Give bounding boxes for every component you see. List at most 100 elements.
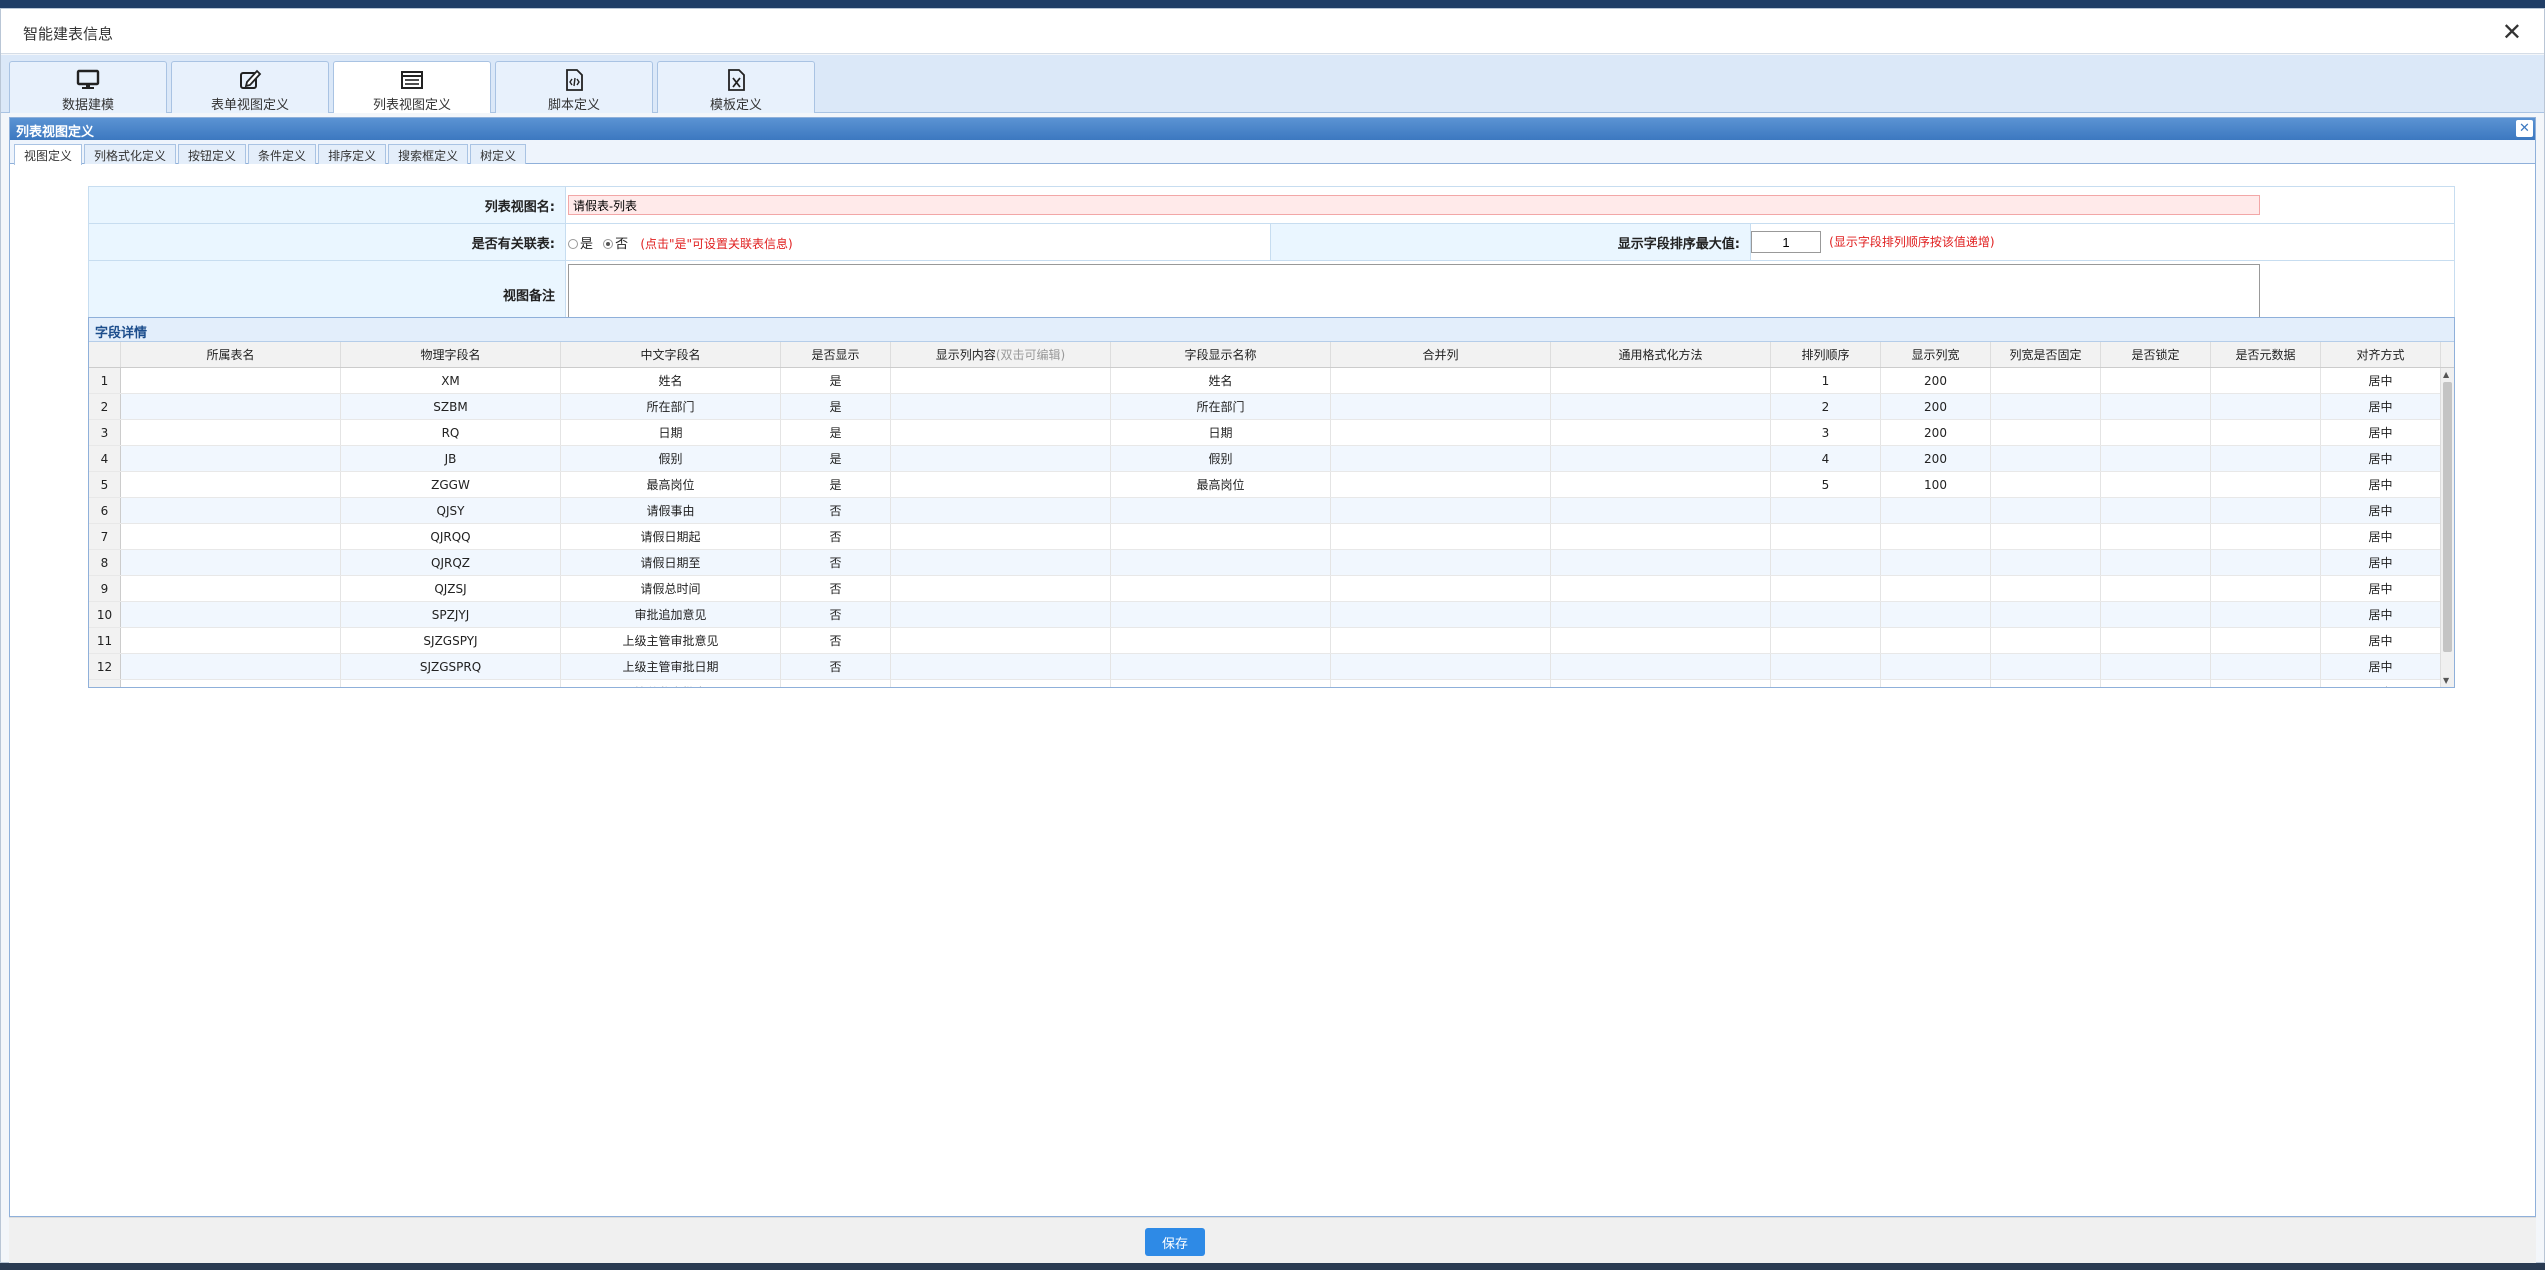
cell-is-display[interactable]: 否 xyxy=(781,680,891,687)
cell-metadata[interactable] xyxy=(2211,602,2321,627)
cell-locked[interactable] xyxy=(2101,550,2211,575)
cell-alignment[interactable]: 居中 xyxy=(2321,446,2441,471)
cell-metadata[interactable] xyxy=(2211,654,2321,679)
grid-scrollbar[interactable]: ▲ ▼ xyxy=(2440,368,2454,687)
cell-format-method[interactable] xyxy=(1551,576,1771,601)
cell-display-content[interactable] xyxy=(891,602,1111,627)
cell-display-content[interactable] xyxy=(891,654,1111,679)
header-width-fixed[interactable]: 列宽是否固定 xyxy=(1991,342,2101,367)
cell-order[interactable] xyxy=(1771,680,1881,687)
cell-col-width[interactable]: 200 xyxy=(1881,420,1991,445)
cell-physical-field[interactable]: ZGGW xyxy=(341,472,561,497)
cell-display-name[interactable]: 假别 xyxy=(1111,446,1331,471)
cell-table-name[interactable] xyxy=(121,680,341,687)
cell-col-width[interactable] xyxy=(1881,654,1991,679)
cell-display-name[interactable] xyxy=(1111,680,1331,687)
cell-chinese-field[interactable]: 请假事由 xyxy=(561,498,781,523)
cell-table-name[interactable] xyxy=(121,420,341,445)
cell-format-method[interactable] xyxy=(1551,472,1771,497)
table-row[interactable]: 13 FGZJSPYJ分管总监审批意见否 居中 xyxy=(89,680,2454,687)
cell-chinese-field[interactable]: 所在部门 xyxy=(561,394,781,419)
cell-locked[interactable] xyxy=(2101,394,2211,419)
cell-merge-column[interactable] xyxy=(1331,628,1551,653)
cell-width-fixed[interactable] xyxy=(1991,628,2101,653)
cell-locked[interactable] xyxy=(2101,420,2211,445)
cell-alignment[interactable]: 居中 xyxy=(2321,602,2441,627)
cell-locked[interactable] xyxy=(2101,654,2211,679)
cell-locked[interactable] xyxy=(2101,524,2211,549)
max-order-input[interactable] xyxy=(1751,231,1821,253)
cell-chinese-field[interactable]: 请假日期至 xyxy=(561,550,781,575)
cell-alignment[interactable]: 居中 xyxy=(2321,576,2441,601)
cell-chinese-field[interactable]: 审批追加意见 xyxy=(561,602,781,627)
cell-metadata[interactable] xyxy=(2211,680,2321,687)
cell-format-method[interactable] xyxy=(1551,602,1771,627)
cell-table-name[interactable] xyxy=(121,472,341,497)
cell-is-display[interactable]: 否 xyxy=(781,498,891,523)
table-row[interactable]: 9 QJZSJ 请假总时间否 居中 xyxy=(89,576,2454,602)
cell-table-name[interactable] xyxy=(121,602,341,627)
cell-col-width[interactable] xyxy=(1881,628,1991,653)
cell-display-content[interactable] xyxy=(891,446,1111,471)
cell-display-content[interactable] xyxy=(891,368,1111,393)
cell-order[interactable]: 4 xyxy=(1771,446,1881,471)
table-row[interactable]: 5 ZGGW 最高岗位是最高岗位 5 100 居中 xyxy=(89,472,2454,498)
cell-width-fixed[interactable] xyxy=(1991,368,2101,393)
cell-merge-column[interactable] xyxy=(1331,498,1551,523)
cell-is-display[interactable]: 是 xyxy=(781,394,891,419)
cell-display-name[interactable] xyxy=(1111,576,1331,601)
subtab-button-def[interactable]: 按钮定义 xyxy=(178,144,247,164)
cell-metadata[interactable] xyxy=(2211,394,2321,419)
table-row[interactable]: 1 XM 姓名是姓名 1 200 居中 xyxy=(89,368,2454,394)
cell-alignment[interactable]: 居中 xyxy=(2321,420,2441,445)
cell-chinese-field[interactable]: 日期 xyxy=(561,420,781,445)
cell-merge-column[interactable] xyxy=(1331,446,1551,471)
cell-width-fixed[interactable] xyxy=(1991,550,2101,575)
cell-is-display[interactable]: 否 xyxy=(781,654,891,679)
cell-display-name[interactable]: 所在部门 xyxy=(1111,394,1331,419)
cell-display-name[interactable] xyxy=(1111,602,1331,627)
cell-table-name[interactable] xyxy=(121,550,341,575)
cell-display-content[interactable] xyxy=(891,498,1111,523)
cell-format-method[interactable] xyxy=(1551,524,1771,549)
cell-width-fixed[interactable] xyxy=(1991,602,2101,627)
cell-chinese-field[interactable]: 上级主管审批日期 xyxy=(561,654,781,679)
header-is-display[interactable]: 是否显示 xyxy=(781,342,891,367)
cell-is-display[interactable]: 否 xyxy=(781,628,891,653)
cell-width-fixed[interactable] xyxy=(1991,420,2101,445)
cell-physical-field[interactable]: RQ xyxy=(341,420,561,445)
cell-alignment[interactable]: 居中 xyxy=(2321,628,2441,653)
panel-close-icon[interactable]: ✕ xyxy=(2516,120,2533,137)
cell-metadata[interactable] xyxy=(2211,628,2321,653)
header-display-content[interactable]: 显示列内容(双击可编辑) xyxy=(891,342,1111,367)
close-icon[interactable]: ✕ xyxy=(2502,18,2522,46)
header-order[interactable]: 排列顺序 xyxy=(1771,342,1881,367)
tab-data-modeling[interactable]: 数据建模 xyxy=(9,61,167,113)
cell-locked[interactable] xyxy=(2101,498,2211,523)
cell-display-content[interactable] xyxy=(891,472,1111,497)
cell-order[interactable] xyxy=(1771,628,1881,653)
header-chinese-field[interactable]: 中文字段名 xyxy=(561,342,781,367)
cell-metadata[interactable] xyxy=(2211,472,2321,497)
cell-physical-field[interactable]: XM xyxy=(341,368,561,393)
cell-table-name[interactable] xyxy=(121,576,341,601)
cell-chinese-field[interactable]: 假别 xyxy=(561,446,781,471)
cell-display-name[interactable] xyxy=(1111,524,1331,549)
header-merge-column[interactable]: 合并列 xyxy=(1331,342,1551,367)
relation-no-radio[interactable] xyxy=(603,239,614,249)
cell-col-width[interactable] xyxy=(1881,550,1991,575)
table-row[interactable]: 4 JB 假别是假别 4 200 居中 xyxy=(89,446,2454,472)
header-physical-field[interactable]: 物理字段名 xyxy=(341,342,561,367)
cell-is-display[interactable]: 否 xyxy=(781,550,891,575)
cell-format-method[interactable] xyxy=(1551,628,1771,653)
cell-order[interactable] xyxy=(1771,602,1881,627)
cell-physical-field[interactable]: SJZGSPRQ xyxy=(341,654,561,679)
header-display-name[interactable]: 字段显示名称 xyxy=(1111,342,1331,367)
cell-merge-column[interactable] xyxy=(1331,576,1551,601)
cell-display-name[interactable] xyxy=(1111,550,1331,575)
cell-merge-column[interactable] xyxy=(1331,524,1551,549)
cell-alignment[interactable]: 居中 xyxy=(2321,550,2441,575)
cell-is-display[interactable]: 否 xyxy=(781,524,891,549)
cell-chinese-field[interactable]: 分管总监审批意见 xyxy=(561,680,781,687)
cell-format-method[interactable] xyxy=(1551,680,1771,687)
